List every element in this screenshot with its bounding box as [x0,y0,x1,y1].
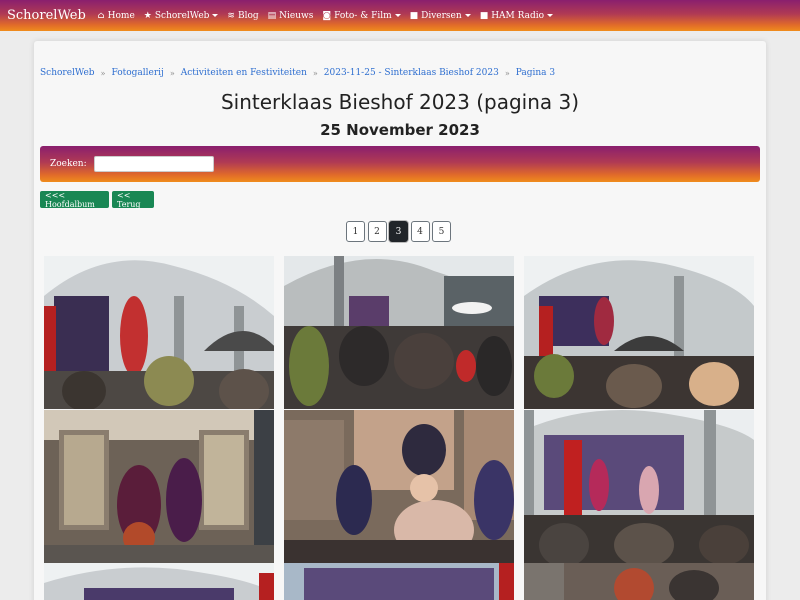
page-button-2[interactable]: 2 [367,221,387,242]
caret-down-icon [394,14,401,17]
photo-thumbnail[interactable] [284,563,514,600]
page-button-3-current[interactable]: 3 [389,221,408,242]
breadcrumb-link-schorelweb[interactable]: SchorelWeb [40,68,95,78]
photo-image [44,256,274,409]
nav-nieuws[interactable]: ▤ Nieuws [268,11,314,21]
photo-image [524,563,754,600]
photo-image [524,256,754,409]
nav-label: Diversen [421,10,462,21]
photo-image [284,563,514,600]
nav-label: HAM Radio [491,10,545,21]
nav-diversen-dropdown[interactable]: ■ Diversen [410,11,471,21]
search-input[interactable] [93,156,214,172]
photo-image [284,256,514,409]
breadcrumb-link-album[interactable]: 2023-11-25 - Sinterklaas Bieshof 2023 [324,68,499,78]
breadcrumb-link-fotogallerij[interactable]: Fotogallerij [111,68,163,78]
pagination: 1 2 3 4 5 [346,221,454,242]
nav-label: Home [107,10,135,21]
nav-label: SchorelWeb [154,10,210,21]
page-title: Sinterklaas Bieshof 2023 (pagina 3) [220,90,580,114]
photo-thumbnail[interactable] [524,256,754,409]
photo-image [524,410,754,563]
breadcrumb-separator: » [504,68,510,78]
nav-label: Blog [237,10,259,21]
breadcrumb-separator: » [169,68,175,78]
folder-icon: ■ [409,10,419,21]
breadcrumb-link-page[interactable]: Pagina 3 [516,68,555,78]
folder-icon: ■ [479,10,489,21]
nav-home[interactable]: ⌂ Home [98,11,135,21]
photo-thumbnail[interactable] [44,256,274,409]
nav-ham-radio-dropdown[interactable]: ■ HAM Radio [479,10,554,21]
photo-thumbnail[interactable] [284,256,514,409]
search-label: Zoeken: [50,159,87,169]
page-button-5[interactable]: 5 [432,221,451,242]
home-icon: ⌂ [97,10,105,21]
caret-down-icon [464,14,471,17]
nav-schorelweb-dropdown[interactable]: ★ SchorelWeb [144,11,219,21]
top-navbar: SchorelWeb ⌂ Home ★ SchorelWeb ≋ Blog ▤ … [0,0,800,31]
photo-image [44,410,274,563]
photo-thumbnail[interactable] [44,410,274,563]
breadcrumb-separator: » [100,68,106,78]
newspaper-icon: ▤ [267,10,277,21]
page-button-1[interactable]: 1 [346,221,365,242]
brand-link[interactable]: SchorelWeb [7,8,86,23]
nav-foto-film-dropdown[interactable]: ◙ Foto- & Film [322,10,401,21]
caret-down-icon [547,14,554,17]
breadcrumb: SchorelWeb » Fotogallerij » Activiteiten… [40,68,555,78]
breadcrumb-link-activiteiten[interactable]: Activiteiten en Festiviteiten [181,68,307,78]
caret-down-icon [212,14,219,17]
photo-image [284,410,514,563]
breadcrumb-separator: » [312,68,318,78]
main-album-button[interactable]: <<< Hoofdalbum [40,191,109,209]
nav-label: Foto- & Film [334,10,392,21]
camera-icon: ◙ [322,10,332,21]
photo-thumbnail[interactable] [524,410,754,563]
rss-icon: ≋ [227,10,235,21]
photo-image [44,563,274,600]
photo-thumbnail[interactable] [284,410,514,563]
back-button[interactable]: << Terug [112,191,154,209]
nav-blog[interactable]: ≋ Blog [227,11,258,21]
search-bar: Zoeken: [40,146,760,182]
photo-thumbnail[interactable] [44,563,274,600]
page-button-4[interactable]: 4 [410,221,430,242]
photo-thumbnail[interactable] [524,563,754,600]
page-subtitle: 25 November 2023 [320,121,480,139]
nav-label: Nieuws [279,10,314,21]
star-icon: ★ [143,10,152,21]
